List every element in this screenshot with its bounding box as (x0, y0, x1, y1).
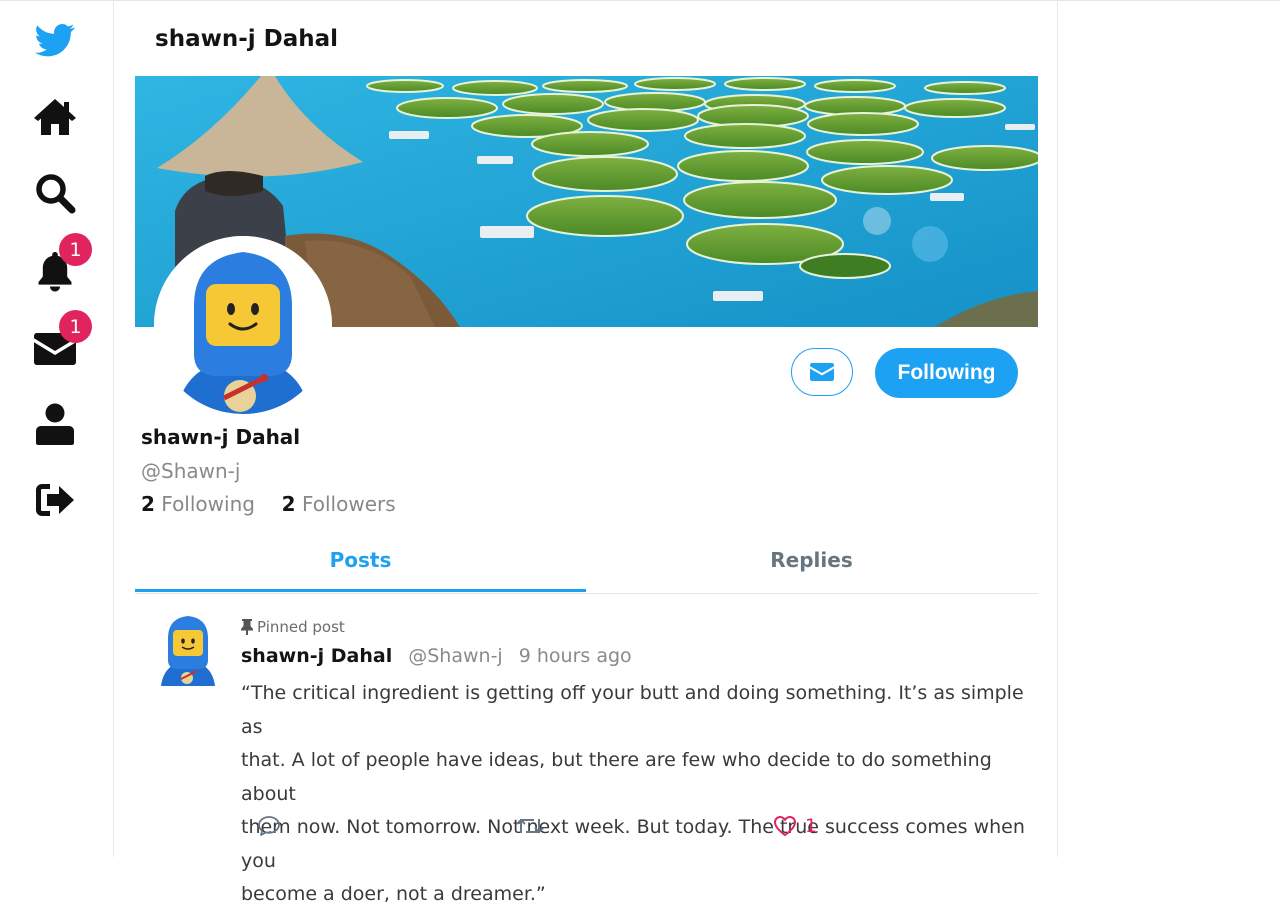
comment-icon (258, 816, 280, 836)
post-text-line: that. A lot of people have ideas, but th… (241, 749, 992, 805)
tab-posts[interactable]: Posts (135, 530, 586, 590)
retweet-button[interactable] (515, 812, 545, 840)
post-author-name[interactable]: shawn-j Dahal (241, 645, 392, 667)
user-icon[interactable] (32, 401, 78, 447)
followers-label: Followers (301, 492, 396, 516)
following-link[interactable]: 2 Following (141, 492, 255, 516)
post-author-avatar[interactable] (159, 614, 217, 686)
followers-count: 2 (281, 492, 296, 516)
sign-out-icon[interactable] (32, 477, 78, 523)
like-count: 1 (805, 815, 818, 837)
pinned-label: Pinned post (257, 618, 345, 636)
notifications-badge: 1 (59, 233, 92, 266)
post-text-line: “The critical ingredient is getting off … (241, 682, 1024, 738)
heart-icon (774, 816, 796, 836)
post-header: shawn-j Dahal @Shawn-j 9 hours ago (241, 645, 632, 667)
profile-main: shawn-j Dahal Following shawn-j Dahal @S… (113, 0, 1058, 905)
reply-button[interactable] (257, 812, 281, 840)
pinned-indicator: Pinned post (241, 618, 345, 636)
retweet-icon (516, 818, 544, 834)
active-tab-indicator (135, 589, 586, 592)
post-text-line: them now. Not tomorrow. Not next week. B… (241, 816, 1025, 872)
pin-icon (241, 619, 253, 635)
envelope-icon (810, 363, 834, 381)
twitter-logo-icon[interactable] (32, 17, 78, 63)
messages-badge: 1 (59, 310, 92, 343)
search-icon[interactable] (32, 170, 78, 216)
message-button[interactable] (791, 348, 853, 396)
profile-name: shawn-j Dahal (141, 425, 301, 449)
follow-counts: 2 Following 2 Followers (141, 492, 396, 516)
following-button[interactable]: Following (875, 348, 1018, 398)
post-author-handle: @Shawn-j (408, 645, 503, 667)
page-title: shawn-j Dahal (155, 26, 339, 52)
tab-replies[interactable]: Replies (586, 530, 1037, 590)
post-body: “The critical ingredient is getting off … (241, 677, 1031, 912)
post-timestamp: 9 hours ago (518, 645, 632, 667)
followers-link[interactable]: 2 Followers (282, 492, 396, 516)
home-icon[interactable] (32, 94, 78, 140)
following-count: 2 (141, 492, 155, 516)
profile-tabs: Posts Replies (135, 530, 1038, 594)
profile-handle: @Shawn-j (141, 459, 241, 483)
following-label: Following (161, 492, 255, 516)
like-button[interactable]: 1 (773, 812, 817, 840)
sidebar-nav: 1 1 (0, 0, 113, 857)
profile-avatar (154, 236, 332, 414)
post-text-line: become a doer, not a dreamer.” (241, 883, 546, 905)
